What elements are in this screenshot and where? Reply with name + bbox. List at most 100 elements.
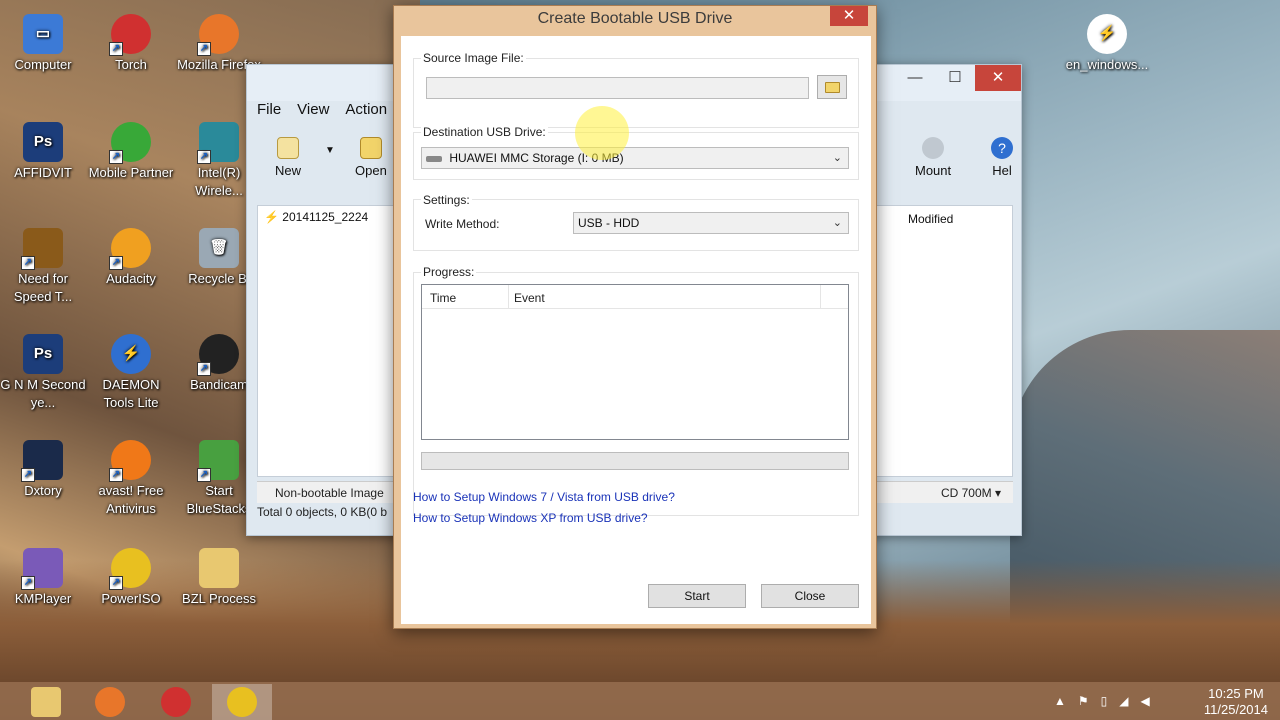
menu-action[interactable]: Action xyxy=(345,101,387,118)
desktop-icon-daemon[interactable]: ⚡ DAEMON Tools Lite xyxy=(88,334,174,412)
taskbar-firefox[interactable] xyxy=(80,684,140,720)
folder-icon xyxy=(825,82,840,93)
tray-flag-icon[interactable]: ⚑ xyxy=(1078,694,1089,708)
column-event[interactable]: Event xyxy=(514,291,545,305)
column-time[interactable]: Time xyxy=(430,291,456,305)
tray-network-icon[interactable]: ◢ xyxy=(1119,694,1128,708)
event-log-header: Time Event xyxy=(422,285,848,309)
image-type-status: Non-bootable Image xyxy=(275,486,384,500)
bandicam-icon: ↗ xyxy=(197,334,239,376)
destination-drive-select[interactable]: HUAWEI MMC Storage (I: 0 MB) ⌄ xyxy=(421,147,849,169)
photoshop-icon: Ps xyxy=(23,122,63,162)
dialog-title: Create Bootable USB Drive xyxy=(537,10,733,27)
link-setup-win7[interactable]: How to Setup Windows 7 / Vista from USB … xyxy=(413,490,675,504)
menubar: File View Action xyxy=(257,101,387,118)
desktop-icon-poweriso[interactable]: ↗ PowerISO xyxy=(88,548,174,608)
taskbar-explorer[interactable] xyxy=(16,684,76,720)
event-log-list[interactable]: Time Event xyxy=(421,284,849,440)
write-method-select[interactable]: USB - HDD ⌄ xyxy=(573,212,849,234)
menu-file[interactable]: File xyxy=(257,101,281,118)
list-item[interactable]: ⚡ 20141125_2224 xyxy=(264,210,368,224)
total-objects: Total 0 objects, 0 KB(0 b xyxy=(257,505,388,519)
taskbar-poweriso[interactable] xyxy=(212,684,272,720)
tray-power-icon[interactable]: ▯ xyxy=(1101,694,1108,708)
daemon-tools-icon: ⚡ xyxy=(264,210,279,224)
audacity-icon: ↗ xyxy=(109,228,151,270)
photoshop-icon: Ps xyxy=(23,334,63,374)
open-folder-icon xyxy=(359,137,382,159)
dxtory-icon: ↗ xyxy=(21,440,63,482)
source-image-input[interactable] xyxy=(426,77,809,99)
daemon-tools-icon: ⚡ xyxy=(1087,14,1127,54)
chevron-down-icon: ⌄ xyxy=(832,217,842,229)
desktop-icon-computer[interactable]: ▭ Computer xyxy=(0,14,86,74)
desktop-icon-torch[interactable]: ↗ Torch xyxy=(88,14,174,74)
toolbar-new-dropdown[interactable]: ▼ xyxy=(325,145,335,156)
desktop-icon-en-windows[interactable]: ⚡ en_windows... xyxy=(1064,14,1150,74)
bluestacks-icon: ↗ xyxy=(197,440,239,482)
dialog-body: Source Image File: Destination USB Drive… xyxy=(401,36,871,624)
dialog-close-button[interactable]: ✕ xyxy=(830,6,868,26)
progress-bar xyxy=(421,452,849,470)
link-setup-winxp[interactable]: How to Setup Windows XP from USB drive? xyxy=(413,511,648,525)
toolbar-open-button[interactable]: Open xyxy=(355,137,387,178)
drive-icon xyxy=(426,155,442,162)
taskbar-torch[interactable] xyxy=(146,684,206,720)
clock[interactable]: 10:25 PM 11/25/2014 xyxy=(1204,686,1268,718)
poweriso-icon: ↗ xyxy=(109,548,151,590)
firefox-icon xyxy=(95,687,125,717)
folder-icon xyxy=(31,687,61,717)
toolbar-mount-button[interactable]: Mount xyxy=(915,137,951,178)
torch-icon xyxy=(161,687,191,717)
desktop-icon-dxtory[interactable]: ↗ Dxtory xyxy=(0,440,86,500)
close-button[interactable]: Close xyxy=(761,584,859,608)
toolbar-new-button[interactable]: New xyxy=(275,137,301,178)
desktop-icon-affidvit[interactable]: Ps AFFIDVIT xyxy=(0,122,86,182)
desktop-icon-audacity[interactable]: ↗ Audacity xyxy=(88,228,174,288)
clock-time: 10:25 PM xyxy=(1208,686,1264,701)
desktop-icon-avast[interactable]: ↗ avast! Free Antivirus xyxy=(88,440,174,518)
desktop-icon-nfs[interactable]: ↗ Need for Speed T... xyxy=(0,228,86,306)
source-label: Source Image File: xyxy=(421,51,526,65)
minimize-button[interactable]: — xyxy=(895,65,935,91)
desktop-icon-kmplayer[interactable]: ↗ KMPlayer xyxy=(0,548,86,608)
tray-expand-icon[interactable]: ▲ xyxy=(1054,694,1066,708)
torch-icon: ↗ xyxy=(109,14,151,56)
browse-button[interactable] xyxy=(817,75,847,99)
maximize-button[interactable]: ☐ xyxy=(935,65,975,91)
mount-icon xyxy=(922,137,945,159)
menu-view[interactable]: View xyxy=(297,101,329,118)
write-method-label: Write Method: xyxy=(425,217,500,231)
chevron-down-icon: ⌄ xyxy=(832,152,842,164)
desktop-icon-bzl-process[interactable]: BZL Process xyxy=(176,548,262,608)
folder-icon xyxy=(199,548,239,588)
help-icon: ? xyxy=(991,137,1013,159)
poweriso-icon xyxy=(227,687,257,717)
taskbar: ▲ ⚑ ▯ ◢ ◀ 10:25 PM 11/25/2014 xyxy=(0,682,1280,720)
tray-volume-icon[interactable]: ◀ xyxy=(1141,694,1150,708)
recycle-bin-icon: 🗑 xyxy=(199,228,239,268)
kmplayer-icon: ↗ xyxy=(21,548,63,590)
desktop-icon-mobile-partner[interactable]: ↗ Mobile Partner xyxy=(88,122,174,182)
cursor-highlight xyxy=(575,106,629,160)
new-file-icon xyxy=(277,137,299,159)
avast-icon: ↗ xyxy=(109,440,151,482)
destination-label: Destination USB Drive: xyxy=(421,125,548,139)
create-bootable-usb-dialog: Create Bootable USB Drive ✕ Source Image… xyxy=(393,5,877,629)
toolbar-help-button[interactable]: ? Hel xyxy=(991,137,1013,178)
mobile-partner-icon: ↗ xyxy=(109,122,151,164)
media-size-select[interactable]: CD 700M ▾ xyxy=(941,486,1001,500)
computer-icon: ▭ xyxy=(23,14,63,54)
column-modified[interactable]: Modified xyxy=(908,212,953,226)
wireless-icon: ↗ xyxy=(197,122,239,164)
close-window-button[interactable]: ✕ xyxy=(975,65,1021,91)
system-tray: ▲ ⚑ ▯ ◢ ◀ xyxy=(1054,694,1150,708)
game-icon: ↗ xyxy=(21,228,63,270)
settings-label: Settings: xyxy=(421,193,472,207)
clock-date: 11/25/2014 xyxy=(1203,702,1268,717)
desktop-icon-gnm[interactable]: Ps G N M Second ye... xyxy=(0,334,86,412)
firefox-icon: ↗ xyxy=(197,14,239,56)
start-button[interactable]: Start xyxy=(648,584,746,608)
progress-label: Progress: xyxy=(421,265,477,279)
daemon-tools-icon: ⚡ xyxy=(111,334,151,374)
